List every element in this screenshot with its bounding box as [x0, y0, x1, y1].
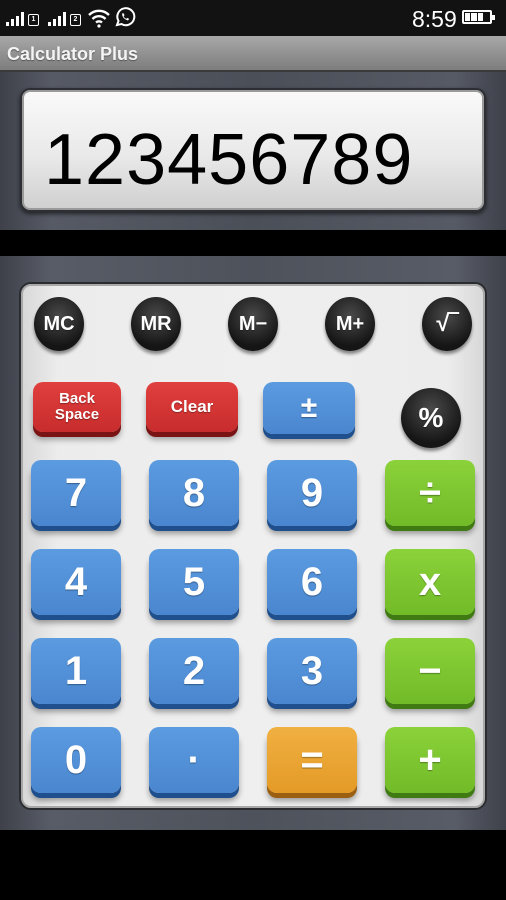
digit-5-button[interactable]: 5 [149, 549, 239, 615]
digit-2-button[interactable]: 2 [149, 638, 239, 704]
multiply-button[interactable]: x [385, 549, 475, 615]
digit-6-button[interactable]: 6 [267, 549, 357, 615]
backspace-button[interactable]: Back Space [33, 382, 121, 432]
decimal-button[interactable]: · [149, 727, 239, 793]
digit-9-button[interactable]: 9 [267, 460, 357, 526]
mc-button[interactable]: MC [34, 297, 84, 351]
calculator-display: 123456789 [20, 88, 486, 212]
whatsapp-icon [115, 7, 136, 27]
keypad-panel: MC MR M− M+ √‾ Back Space Clear ± % 7 8 9… [0, 256, 506, 830]
mr-button[interactable]: MR [131, 297, 181, 351]
battery-icon [462, 10, 495, 24]
app-title-bar: Calculator Plus [0, 36, 506, 72]
wifi-icon [88, 9, 110, 28]
app-title: Calculator Plus [7, 44, 139, 64]
signal-icon: 1 [6, 10, 39, 26]
clock: 8:59 [412, 6, 457, 32]
display-panel: 123456789 [0, 72, 506, 230]
clear-button[interactable]: Clear [146, 382, 238, 432]
percent-button[interactable]: % [401, 388, 461, 448]
digit-1-button[interactable]: 1 [31, 638, 121, 704]
keypad: MC MR M− M+ √‾ Back Space Clear ± % 7 8 9… [19, 282, 487, 810]
status-bar: 1 2 8:59 [0, 0, 506, 36]
sim2-badge: 2 [70, 14, 81, 26]
subtract-button[interactable]: − [385, 638, 475, 704]
equals-button[interactable]: = [267, 727, 357, 793]
digit-4-button[interactable]: 4 [31, 549, 121, 615]
backspace-label: Back Space [54, 390, 100, 423]
sqrt-button[interactable]: √‾ [422, 297, 472, 351]
display-value: 123456789 [44, 120, 414, 200]
add-button[interactable]: + [385, 727, 475, 793]
digit-8-button[interactable]: 8 [149, 460, 239, 526]
signal-icon: 2 [48, 10, 81, 26]
divide-button[interactable]: ÷ [385, 460, 475, 526]
m-minus-button[interactable]: M− [228, 297, 278, 351]
sim1-badge: 1 [28, 14, 39, 26]
plus-minus-button[interactable]: ± [263, 382, 355, 434]
digit-0-button[interactable]: 0 [31, 727, 121, 793]
m-plus-button[interactable]: M+ [325, 297, 375, 351]
digit-7-button[interactable]: 7 [31, 460, 121, 526]
digit-3-button[interactable]: 3 [267, 638, 357, 704]
